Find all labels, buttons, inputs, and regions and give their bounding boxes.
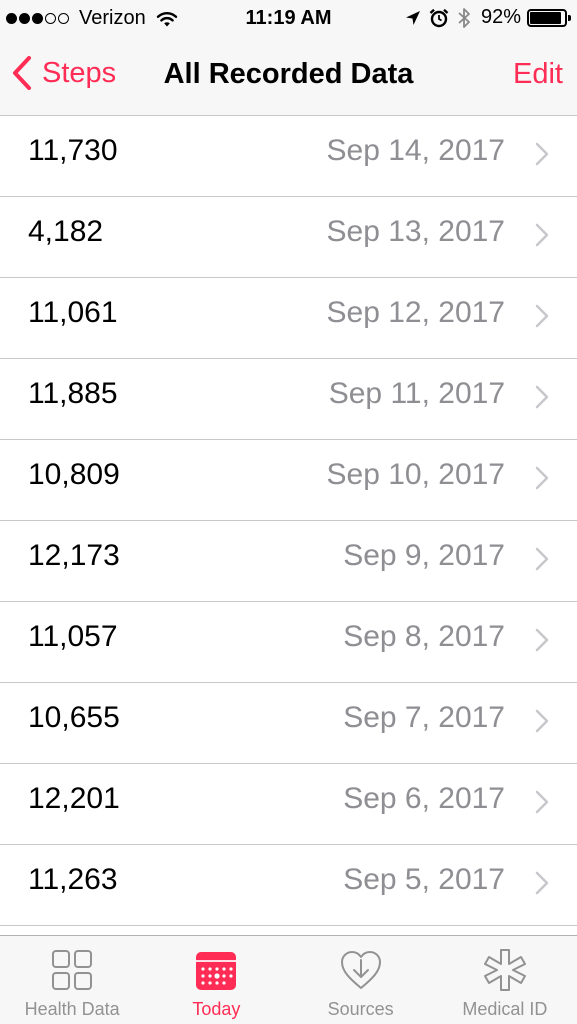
record-date: Sep 5, 2017 (343, 863, 505, 896)
chevron-right-icon (535, 709, 549, 733)
chevron-right-icon (535, 142, 549, 166)
alarm-icon (429, 8, 449, 27)
record-row[interactable]: 10,655 Sep 7, 2017 (0, 683, 577, 764)
record-step-count: 11,730 (28, 134, 118, 167)
edit-button[interactable]: Edit (513, 58, 563, 91)
record-step-count: 10,655 (28, 701, 120, 734)
record-date: Sep 8, 2017 (343, 620, 505, 653)
record-date: Sep 14, 2017 (326, 134, 506, 167)
tab-label: Today (192, 999, 241, 1019)
chevron-right-icon (535, 223, 549, 247)
status-bar: Verizon 11:19 AM 92% (0, 0, 577, 38)
chevron-right-icon (535, 547, 549, 571)
tab-sources[interactable]: Sources (289, 936, 433, 1024)
chevron-right-icon (535, 385, 549, 409)
record-step-count: 11,263 (28, 863, 118, 896)
navigation-bar: Steps All Recorded Data Edit (0, 38, 577, 116)
record-date: Sep 9, 2017 (343, 539, 505, 572)
record-row[interactable]: 10,809 Sep 10, 2017 (0, 440, 577, 521)
record-date: Sep 7, 2017 (343, 701, 505, 734)
record-step-count: 4,182 (28, 215, 104, 248)
today-calendar-icon (196, 952, 237, 990)
health-data-grid-icon (52, 950, 93, 990)
battery-tip (568, 14, 571, 21)
battery-icon (527, 8, 571, 27)
chevron-right-icon (535, 790, 549, 814)
record-date: Sep 11, 2017 (328, 377, 505, 410)
location-arrow-icon (405, 10, 420, 25)
back-button-label: Steps (42, 56, 117, 89)
status-right: 92% (397, 6, 571, 29)
chevron-right-icon (535, 466, 549, 490)
record-date: Sep 6, 2017 (343, 782, 505, 815)
chevron-left-icon (13, 56, 31, 90)
record-step-count: 12,201 (28, 782, 120, 815)
chevron-right-icon (535, 628, 549, 652)
record-row[interactable]: 12,201 Sep 6, 2017 (0, 764, 577, 845)
record-date: Sep 13, 2017 (326, 215, 506, 248)
record-row[interactable]: 11,885 Sep 11, 2017 (0, 359, 577, 440)
tab-bar: Health Data Today Sources Medical ID (0, 935, 577, 1024)
record-row[interactable]: 11,730 Sep 14, 2017 (0, 116, 577, 197)
bluetooth-icon (458, 7, 470, 28)
tab-medical-id[interactable]: Medical ID (433, 936, 577, 1024)
record-step-count: 11,057 (28, 620, 118, 653)
record-row[interactable]: 11,263 Sep 5, 2017 (0, 845, 577, 926)
record-step-count: 10,809 (28, 458, 120, 491)
record-row[interactable]: 12,173 Sep 9, 2017 (0, 521, 577, 602)
record-step-count: 11,061 (28, 296, 118, 329)
tab-today[interactable]: Today (144, 936, 288, 1024)
records-list: 11,730 Sep 14, 2017 4,182 Sep 13, 2017 1… (0, 116, 577, 935)
tab-label: Health Data (24, 999, 120, 1019)
record-row[interactable]: 11,061 Sep 12, 2017 (0, 278, 577, 359)
battery-percent: 92% (480, 6, 521, 28)
record-step-count: 12,173 (28, 539, 120, 572)
tab-label: Medical ID (462, 999, 548, 1019)
record-date: Sep 10, 2017 (326, 458, 506, 491)
back-button[interactable]: Steps (12, 56, 116, 90)
record-row[interactable]: 4,182 Sep 13, 2017 (0, 197, 577, 278)
chevron-right-icon (535, 304, 549, 328)
sources-heart-download-icon (340, 951, 381, 989)
record-step-count: 11,885 (28, 377, 118, 410)
chevron-right-icon (535, 871, 549, 895)
tab-health-data[interactable]: Health Data (0, 936, 144, 1024)
record-row[interactable]: 11,057 Sep 8, 2017 (0, 602, 577, 683)
screen: Verizon 11:19 AM 92% Steps All Recorded … (0, 0, 577, 1024)
medical-id-asterisk-icon (483, 949, 526, 991)
tab-label: Sources (327, 999, 394, 1019)
record-date: Sep 12, 2017 (326, 296, 506, 329)
battery-fill (530, 11, 561, 24)
